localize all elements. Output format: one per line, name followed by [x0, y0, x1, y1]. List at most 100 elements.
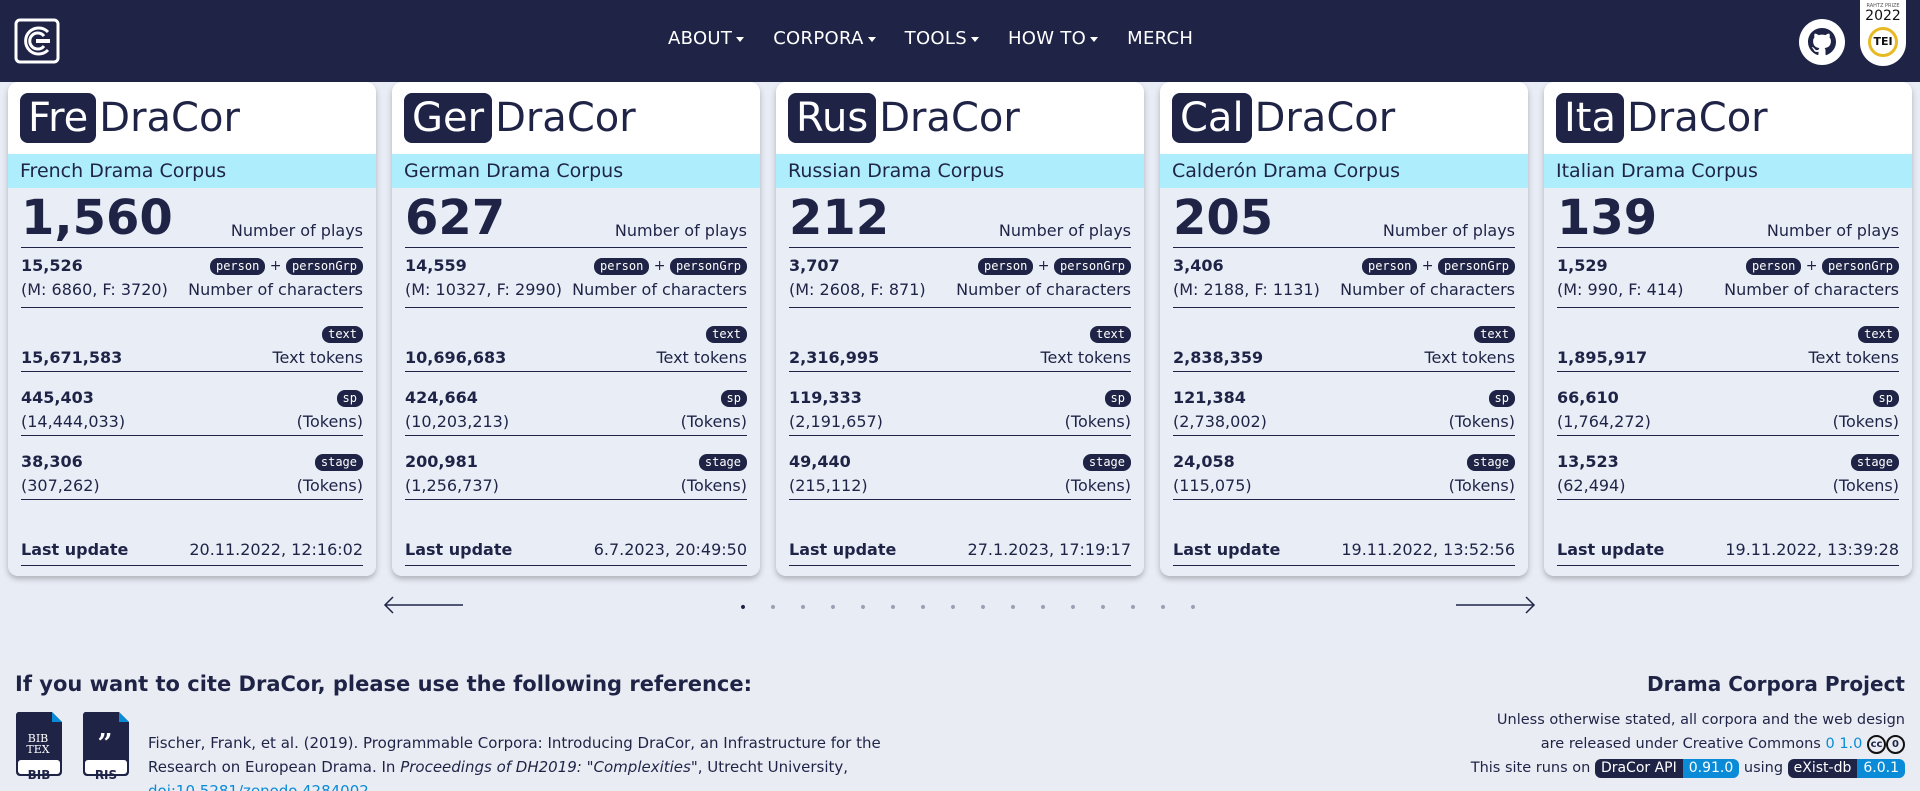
character-tags: person + personGrp [209, 258, 363, 275]
corpus-title[interactable]: Cal DraCor [1172, 93, 1395, 143]
text-label: Text tokens [272, 348, 363, 367]
text-row: text 15,671,583 Text tokens [21, 308, 363, 372]
cc0-link[interactable]: 0 1.0 [1825, 736, 1862, 752]
corpus-title[interactable]: Ger DraCor [404, 93, 636, 143]
stage-tokens: 13,523 [1557, 452, 1619, 471]
carousel-dot[interactable]: • [848, 600, 878, 616]
next-arrow-icon[interactable] [1454, 593, 1538, 617]
persongrp-tag: personGrp [1437, 258, 1515, 275]
stage-total: (1,256,737) [405, 476, 499, 495]
tei-badge[interactable]: RAHTZ PRIZE 2022 TEI [1860, 0, 1906, 66]
text-row: text 2,838,359 Text tokens [1173, 308, 1515, 372]
caret-down-icon [867, 36, 876, 42]
corpus-title[interactable]: Rus DraCor [788, 93, 1020, 143]
main-nav: ABOUT CORPORA TOOLS HOW TO MERCH [668, 28, 1222, 49]
bib-label[interactable]: BIB [18, 768, 60, 782]
carousel-dot[interactable]: • [1088, 600, 1118, 616]
carousel-dot[interactable]: • [818, 600, 848, 616]
svg-text:”: ” [98, 729, 113, 759]
carousel-dot[interactable]: • [998, 600, 1028, 616]
plays-label: Number of plays [230, 221, 363, 240]
stage-tag: stage [314, 454, 363, 471]
corpus-card[interactable]: Cal DraCor Calderón Drama Corpus 205 Numb… [1160, 82, 1528, 576]
exist-db-badge[interactable]: eXist-db 6.0.1 [1787, 758, 1905, 778]
dracor-logo-icon[interactable] [14, 18, 60, 64]
doi-link[interactable]: doi:10.5281/zenodo.4284002 [148, 782, 369, 791]
card-header: Ger DraCor [392, 82, 760, 154]
using-text: using [1739, 760, 1788, 776]
sp-total: (1,764,272) [1557, 412, 1651, 431]
dracor-api-badge[interactable]: DraCor API 0.91.0 [1594, 758, 1740, 778]
characters-count: 15,526 [21, 256, 83, 275]
characters-split: (M: 10327, F: 2990) [405, 280, 562, 299]
card-header: Rus DraCor [776, 82, 1144, 154]
stage-tokens: 24,058 [1173, 452, 1235, 471]
stage-label: (Tokens) [680, 476, 747, 495]
sp-tokens: 424,664 [405, 388, 478, 407]
nav-item-tools[interactable]: TOOLS [905, 28, 979, 49]
corpus-card[interactable]: Fre DraCor French Drama Corpus 1,560 Numb… [8, 82, 376, 576]
carousel-dot[interactable]: • [938, 600, 968, 616]
plays-row: 212 Number of plays [789, 188, 1131, 248]
sp-row: 121,384 (2,738,002) sp (Tokens) [1173, 372, 1515, 436]
last-update-value: 20.11.2022, 12:16:02 [189, 540, 363, 559]
plays-count: 212 [789, 190, 890, 246]
nav-item-label: ABOUT [668, 28, 733, 49]
carousel-dot[interactable]: • [968, 600, 998, 616]
github-icon[interactable] [1799, 19, 1845, 65]
sp-total: (2,738,002) [1173, 412, 1267, 431]
carousel-dot[interactable]: • [788, 600, 818, 616]
carousel-dot[interactable]: • [1178, 600, 1208, 616]
ris-label[interactable]: RIS [85, 768, 127, 782]
footer: If you want to cite DraCor, please use t… [0, 658, 1920, 791]
stage-tag-wrap: stage [1850, 454, 1899, 471]
sp-tag-wrap: sp [336, 390, 363, 407]
carousel-dot[interactable]: • [728, 600, 758, 616]
corpus-title[interactable]: Ita DraCor [1556, 93, 1768, 143]
sp-label: (Tokens) [1064, 412, 1131, 431]
text-row: text 10,696,683 Text tokens [405, 308, 747, 372]
nav-item-merch[interactable]: MERCH [1127, 28, 1193, 49]
nav-item-about[interactable]: ABOUT [668, 28, 745, 49]
text-tag: text [322, 326, 363, 343]
stage-tag: stage [698, 454, 747, 471]
carousel-dot[interactable]: • [878, 600, 908, 616]
sp-row: 424,664 (10,203,213) sp (Tokens) [405, 372, 747, 436]
runs-on-line: This site runs on DraCor API 0.91.0 using… [1471, 756, 1905, 780]
sp-tokens: 445,403 [21, 388, 94, 407]
prev-arrow-icon[interactable] [381, 593, 465, 617]
carousel-dot[interactable]: • [1058, 600, 1088, 616]
text-tokens: 2,316,995 [789, 348, 880, 367]
carousel-dot[interactable]: • [1118, 600, 1148, 616]
last-update-value: 6.7.2023, 20:49:50 [593, 540, 747, 559]
carousel-pagination: • • • • • • • • • • • • • • • • [728, 600, 1208, 616]
characters-count: 3,707 [789, 256, 840, 275]
corpus-subtitle: Russian Drama Corpus [776, 154, 1144, 188]
character-tags: person + personGrp [977, 258, 1131, 275]
carousel-dot[interactable]: • [758, 600, 788, 616]
persongrp-tag: personGrp [285, 258, 363, 275]
corpus-card[interactable]: Rus DraCor Russian Drama Corpus 212 Numbe… [776, 82, 1144, 576]
characters-split: (M: 990, F: 414) [1557, 280, 1684, 299]
stage-row: 13,523 (62,494) stage (Tokens) [1557, 436, 1899, 500]
person-tag: person [1361, 258, 1418, 275]
corpus-card[interactable]: Ita DraCor Italian Drama Corpus 139 Numbe… [1544, 82, 1912, 576]
corpus-card[interactable]: Ger DraCor German Drama Corpus 627 Number… [392, 82, 760, 576]
carousel-dot[interactable]: • [1028, 600, 1058, 616]
last-update-value: 19.11.2022, 13:52:56 [1341, 540, 1515, 559]
sp-tag-wrap: sp [720, 390, 747, 407]
characters-split: (M: 6860, F: 3720) [21, 280, 168, 299]
stage-label: (Tokens) [1448, 476, 1515, 495]
characters-row: 1,529 (M: 990, F: 414) person + personGr… [1557, 248, 1899, 308]
nav-item-corpora[interactable]: CORPORA [773, 28, 876, 49]
license-info: Unless otherwise stated, all corpora and… [1471, 708, 1905, 780]
last-update-label: Last update [405, 540, 513, 559]
text-tag: text [1474, 326, 1515, 343]
nav-item-how-to[interactable]: HOW TO [1007, 28, 1099, 49]
corpus-title[interactable]: Fre DraCor [20, 93, 240, 143]
carousel-dot[interactable]: • [908, 600, 938, 616]
last-update-value: 19.11.2022, 13:39:28 [1725, 540, 1899, 559]
corpus-abbr: Cal [1172, 93, 1252, 143]
nav-item-label: HOW TO [1007, 28, 1087, 49]
carousel-dot[interactable]: • [1148, 600, 1178, 616]
